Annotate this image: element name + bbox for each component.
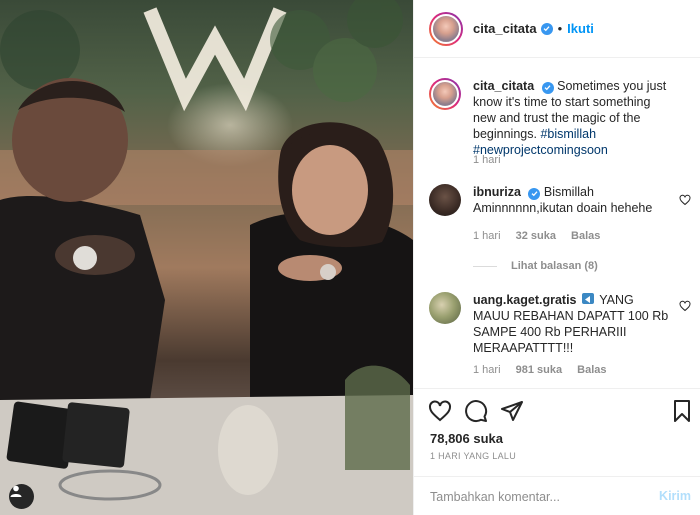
caption-username[interactable]: cita_citata — [473, 79, 534, 93]
heart-icon[interactable] — [428, 399, 452, 423]
reply-button[interactable]: Balas — [571, 230, 600, 242]
comments-list[interactable]: cita_citata Sometimes you just know it's… — [414, 58, 700, 388]
caption-text: cita_citata Sometimes you just know it's… — [473, 78, 673, 158]
action-icons-row — [428, 399, 694, 425]
author-avatar[interactable] — [429, 11, 463, 46]
verified-check-icon — [528, 187, 541, 200]
man-figure — [0, 78, 165, 410]
separator-dot: • — [557, 21, 563, 36]
add-comment-bar: Kirim — [414, 476, 700, 515]
neon-sign — [143, 7, 287, 112]
verified-check-icon — [540, 22, 553, 35]
replies-divider — [473, 265, 497, 267]
comment-meta: 1 hari 32 suka Balas — [473, 230, 612, 242]
follow-button[interactable]: Ikuti — [567, 21, 594, 36]
post-time: 1 HARI YANG LALU — [430, 451, 516, 461]
user-tag-icon — [10, 485, 22, 497]
heart-icon[interactable] — [679, 300, 691, 312]
caption-time: 1 hari — [473, 154, 501, 166]
comment-line-2: Aminnnnnn,ikutan doain hehehe — [473, 201, 653, 215]
view-replies-label: Lihat balasan (8) — [511, 260, 598, 272]
commenter-avatar[interactable] — [429, 184, 461, 216]
comment-meta: 1 hari 981 suka Balas — [473, 364, 619, 376]
comment-likes[interactable]: 981 suka — [516, 364, 562, 376]
comment-line-1: Bismillah — [543, 185, 594, 199]
post-header: cita_citata • Ikuti — [414, 0, 700, 58]
reply-button[interactable]: Balas — [577, 364, 606, 376]
commenter-avatar[interactable] — [429, 292, 461, 324]
caption-meta: 1 hari — [473, 154, 513, 166]
comment-time: 1 hari — [473, 364, 501, 376]
verified-check-icon — [541, 81, 554, 94]
post-photo[interactable] — [0, 0, 413, 515]
tag-people-button[interactable] — [9, 484, 34, 509]
play-left-icon — [581, 293, 594, 304]
comment-likes[interactable]: 32 suka — [516, 230, 556, 242]
avatar — [431, 80, 459, 108]
author-username[interactable]: cita_citata — [473, 21, 537, 36]
heart-icon[interactable] — [679, 194, 691, 206]
view-replies-button[interactable]: Lihat balasan (8) — [473, 260, 598, 272]
comment-time: 1 hari — [473, 230, 501, 242]
post-comment-button[interactable]: Kirim — [659, 489, 691, 503]
avatar — [431, 13, 461, 44]
comment-input[interactable] — [430, 487, 650, 507]
post-side-panel: cita_citata • Ikuti cita_citata Sometime… — [413, 0, 700, 515]
caption-avatar[interactable] — [429, 78, 461, 110]
likes-count[interactable]: 78,806 suka — [430, 431, 503, 446]
post-actions: 78,806 suka 1 HARI YANG LALU Kirim — [414, 388, 700, 515]
photo-scene — [0, 0, 413, 515]
comment-username[interactable]: ibnuriza — [473, 185, 521, 199]
bookmark-icon[interactable] — [670, 399, 694, 423]
paper-plane-icon[interactable] — [500, 399, 524, 423]
comment-bubble-icon[interactable] — [464, 399, 488, 423]
comment-username[interactable]: uang.kaget.gratis — [473, 293, 577, 307]
comment-text: uang.kaget.gratis YANG MAUU REBAHAN DAPA… — [473, 292, 673, 356]
comment-text: ibnuriza Bismillah Aminnnnnn,ikutan doai… — [473, 184, 673, 216]
